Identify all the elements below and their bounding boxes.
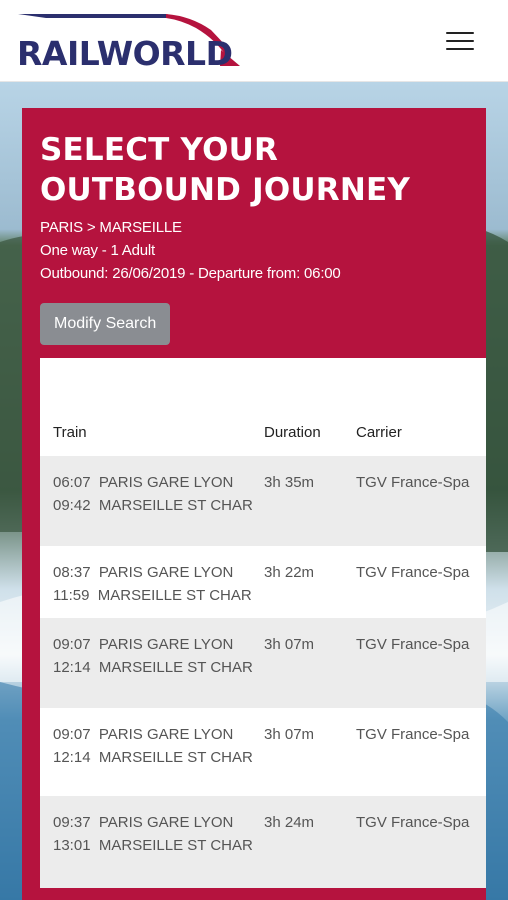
arrival-station: MARSEILLE ST CHAR: [98, 497, 253, 514]
departure-time: 09:07: [53, 636, 91, 653]
hamburger-menu-button[interactable]: [440, 24, 480, 58]
route-text: PARIS > MARSEILLE: [40, 219, 182, 236]
arrival-time: 09:42: [53, 497, 91, 514]
table-row[interactable]: 09:07 PARIS GARE LYON 12:14 MARSEILLE ST…: [40, 708, 486, 796]
departure-station: PARIS GARE LYON: [98, 726, 234, 743]
carrier-cell: TGV France-Spa: [356, 636, 470, 653]
table-row[interactable]: 09:07 PARIS GARE LYON 12:14 MARSEILLE ST…: [40, 618, 486, 708]
carrier-cell: TGV France-Spa: [356, 564, 470, 581]
table-row[interactable]: 06:07 PARIS GARE LYON 09:42 MARSEILLE ST…: [40, 456, 486, 546]
carrier-cell: TGV France-Spa: [356, 814, 470, 831]
app-header: RAILWORLD: [0, 0, 508, 82]
table-row[interactable]: 09:37 PARIS GARE LYON 13:01 MARSEILLE ST…: [40, 796, 486, 888]
arrival-time: 12:14: [53, 749, 91, 766]
carrier-cell: TGV France-Spa: [356, 726, 470, 743]
railworld-logo[interactable]: RAILWORLD: [16, 10, 246, 72]
duration-cell: 3h 35m: [264, 474, 315, 491]
arrival-time: 12:14: [53, 659, 91, 676]
arrival-station: MARSEILLE ST CHAR: [98, 659, 253, 676]
outbound-journey-panel: SELECT YOUR OUTBOUND JOURNEY PARIS > MAR…: [22, 108, 486, 900]
hamburger-menu-icon: [446, 32, 474, 34]
svg-text:RAILWORLD: RAILWORLD: [17, 34, 232, 72]
arrival-station: MARSEILLE ST CHAR: [97, 587, 252, 604]
trip-type-text: One way - 1 Adult: [40, 242, 155, 259]
departure-time: 06:07: [53, 474, 91, 491]
table-header: Train Duration Carrier: [40, 358, 486, 456]
duration-cell: 3h 07m: [264, 636, 315, 653]
journey-summary: PARIS > MARSEILLE One way - 1 Adult Outb…: [40, 216, 468, 285]
duration-cell: 3h 07m: [264, 726, 315, 743]
train-results-table: Train Duration Carrier 06:07 PARIS GARE …: [40, 358, 486, 888]
modify-search-button[interactable]: Modify Search: [40, 303, 171, 345]
departure-station: PARIS GARE LYON: [98, 636, 234, 653]
column-header-carrier[interactable]: Carrier: [356, 424, 402, 441]
departure-station: PARIS GARE LYON: [98, 814, 234, 831]
table-row[interactable]: 08:37 PARIS GARE LYON 11:59 MARSEILLE ST…: [40, 546, 486, 618]
departure-station: PARIS GARE LYON: [98, 564, 234, 581]
page-title: SELECT YOUR OUTBOUND JOURNEY: [40, 132, 410, 208]
departure-time: 09:37: [53, 814, 91, 831]
carrier-cell: TGV France-Spa: [356, 474, 470, 491]
duration-cell: 3h 22m: [264, 564, 315, 581]
outbound-details-text: Outbound: 26/06/2019 - Departure from: 0…: [40, 265, 341, 282]
departure-station: PARIS GARE LYON: [98, 474, 234, 491]
arrival-time: 11:59: [53, 587, 90, 604]
hero-background: SELECT YOUR OUTBOUND JOURNEY PARIS > MAR…: [0, 82, 508, 900]
departure-time: 09:07: [53, 726, 91, 743]
column-header-duration[interactable]: Duration: [264, 424, 321, 441]
duration-cell: 3h 24m: [264, 814, 315, 831]
arrival-station: MARSEILLE ST CHAR: [98, 837, 253, 854]
departure-time: 08:37: [53, 564, 91, 581]
column-header-train[interactable]: Train: [53, 424, 87, 441]
arrival-station: MARSEILLE ST CHAR: [98, 749, 253, 766]
arrival-time: 13:01: [53, 837, 91, 854]
